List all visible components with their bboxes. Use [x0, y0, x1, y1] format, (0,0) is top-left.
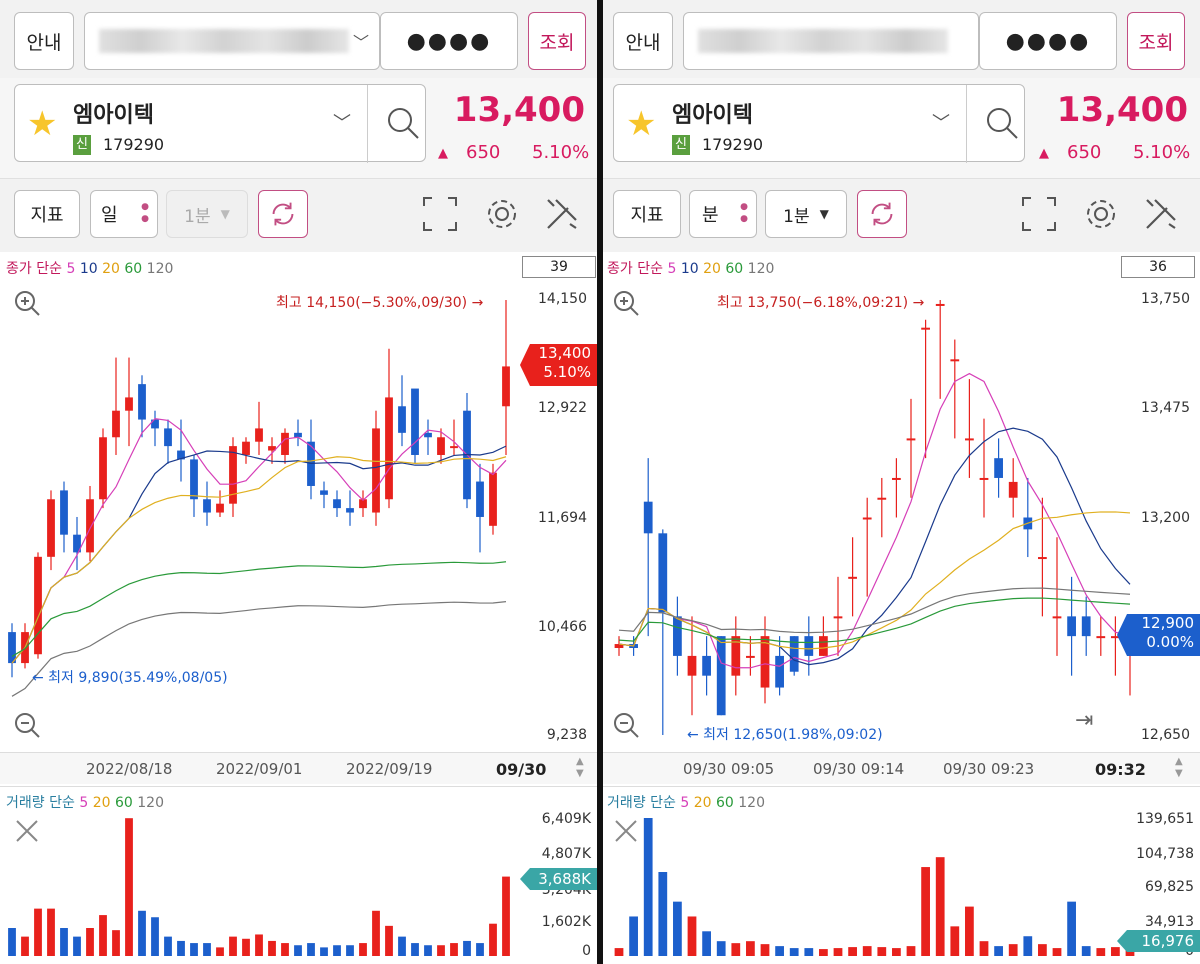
volume-bar [125, 818, 133, 956]
volume-bar [702, 931, 711, 956]
volume-bar [775, 946, 784, 956]
volume-bar [979, 941, 989, 956]
volume-bar [255, 934, 263, 956]
vol-y-label: 104,738 [1136, 846, 1194, 862]
volume-bar [716, 941, 726, 956]
volume-tag: 3,688K [520, 868, 597, 890]
volume-bar [892, 948, 901, 956]
left-panel: 안내 ﹀ ●●●● 조회 ★ 엠아이텍 신 179290 ﹀ 13,400 ▲ … [0, 0, 597, 964]
volume-bar [643, 818, 653, 956]
volume-bar [1096, 948, 1106, 956]
volume-bar [614, 948, 624, 956]
volume-bar [34, 908, 42, 956]
volume-bar [476, 943, 484, 956]
volume-bar [877, 947, 887, 956]
volume-bar [687, 916, 697, 956]
volume-bar [281, 943, 289, 956]
volume-bar [463, 940, 471, 956]
volume-bar [502, 876, 510, 956]
volume-bar [424, 945, 432, 956]
volume-bar [8, 928, 16, 956]
volume-bar [203, 943, 211, 956]
volume-bar [862, 946, 872, 956]
volume-bar [437, 945, 445, 956]
right-panel: 안내 ●●●● 조회 ★ 엠아이텍 신 179290 ﹀ 13,400 ▲ 65… [603, 0, 1200, 964]
volume-bar [21, 936, 29, 956]
vol-y-label: 139,651 [1136, 811, 1194, 827]
volume-bar [789, 948, 799, 956]
volume-bar [1052, 948, 1062, 956]
volume-bar [673, 901, 682, 956]
volume-bar [112, 930, 120, 956]
volume-bar [804, 948, 814, 956]
volume-bar [994, 946, 1003, 956]
vol-y-label: 34,913 [1145, 914, 1194, 930]
volume-bar [320, 947, 328, 956]
vol-y-label: 1,602K [541, 914, 591, 930]
vol-y-label: 6,409K [541, 811, 591, 827]
volume-bar [1023, 936, 1033, 956]
volume-bar [1067, 901, 1076, 956]
volume-bar [848, 947, 857, 956]
volume-bar [242, 938, 250, 956]
volume-bar [1111, 947, 1120, 956]
volume-bar [398, 936, 406, 956]
volume-bar [164, 936, 172, 956]
volume-bar [333, 945, 341, 956]
volume-bar [86, 928, 94, 956]
volume-bar [935, 857, 945, 956]
volume-bar [229, 936, 237, 956]
volume-bar [190, 943, 198, 956]
volume-bar [151, 917, 159, 956]
volume-bar [746, 941, 755, 956]
volume-bar [921, 867, 930, 956]
volume-bar [833, 948, 843, 956]
vol-y-label: 69,825 [1145, 879, 1194, 895]
volume-bar [760, 944, 770, 956]
volume-bar [965, 906, 974, 956]
volume-bar [138, 910, 146, 956]
volume-bar [268, 940, 276, 956]
volume-chart-svg [8, 818, 510, 956]
vol-y-label: 0 [582, 943, 591, 959]
volume-bar [731, 943, 741, 956]
volume-bar [950, 926, 960, 956]
volume-bar [450, 943, 458, 956]
volume-bar [489, 923, 497, 956]
volume-bar [1081, 946, 1091, 956]
volume-bar [1038, 944, 1047, 956]
volume-bar [60, 928, 68, 956]
volume-bar [1008, 944, 1018, 956]
volume-bar [47, 908, 55, 956]
volume-bar [359, 943, 367, 956]
volume-bar [385, 925, 393, 956]
volume-bar [294, 945, 302, 956]
volume-bar [73, 936, 81, 956]
volume-bar [906, 946, 916, 956]
volume-bar [819, 949, 828, 956]
volume-bar [411, 943, 419, 956]
volume-bar [658, 872, 668, 956]
volume-bar [372, 910, 380, 956]
volume-bar [177, 940, 185, 956]
volume-tag: 16,976 [1117, 930, 1200, 952]
volume-chart-svg [614, 818, 1135, 956]
volume-bar [216, 947, 224, 956]
volume-bar [307, 943, 315, 956]
volume-bar [346, 945, 354, 956]
volume-bar [99, 915, 107, 956]
vol-y-label: 4,807K [541, 846, 591, 862]
volume-bar [629, 916, 638, 956]
